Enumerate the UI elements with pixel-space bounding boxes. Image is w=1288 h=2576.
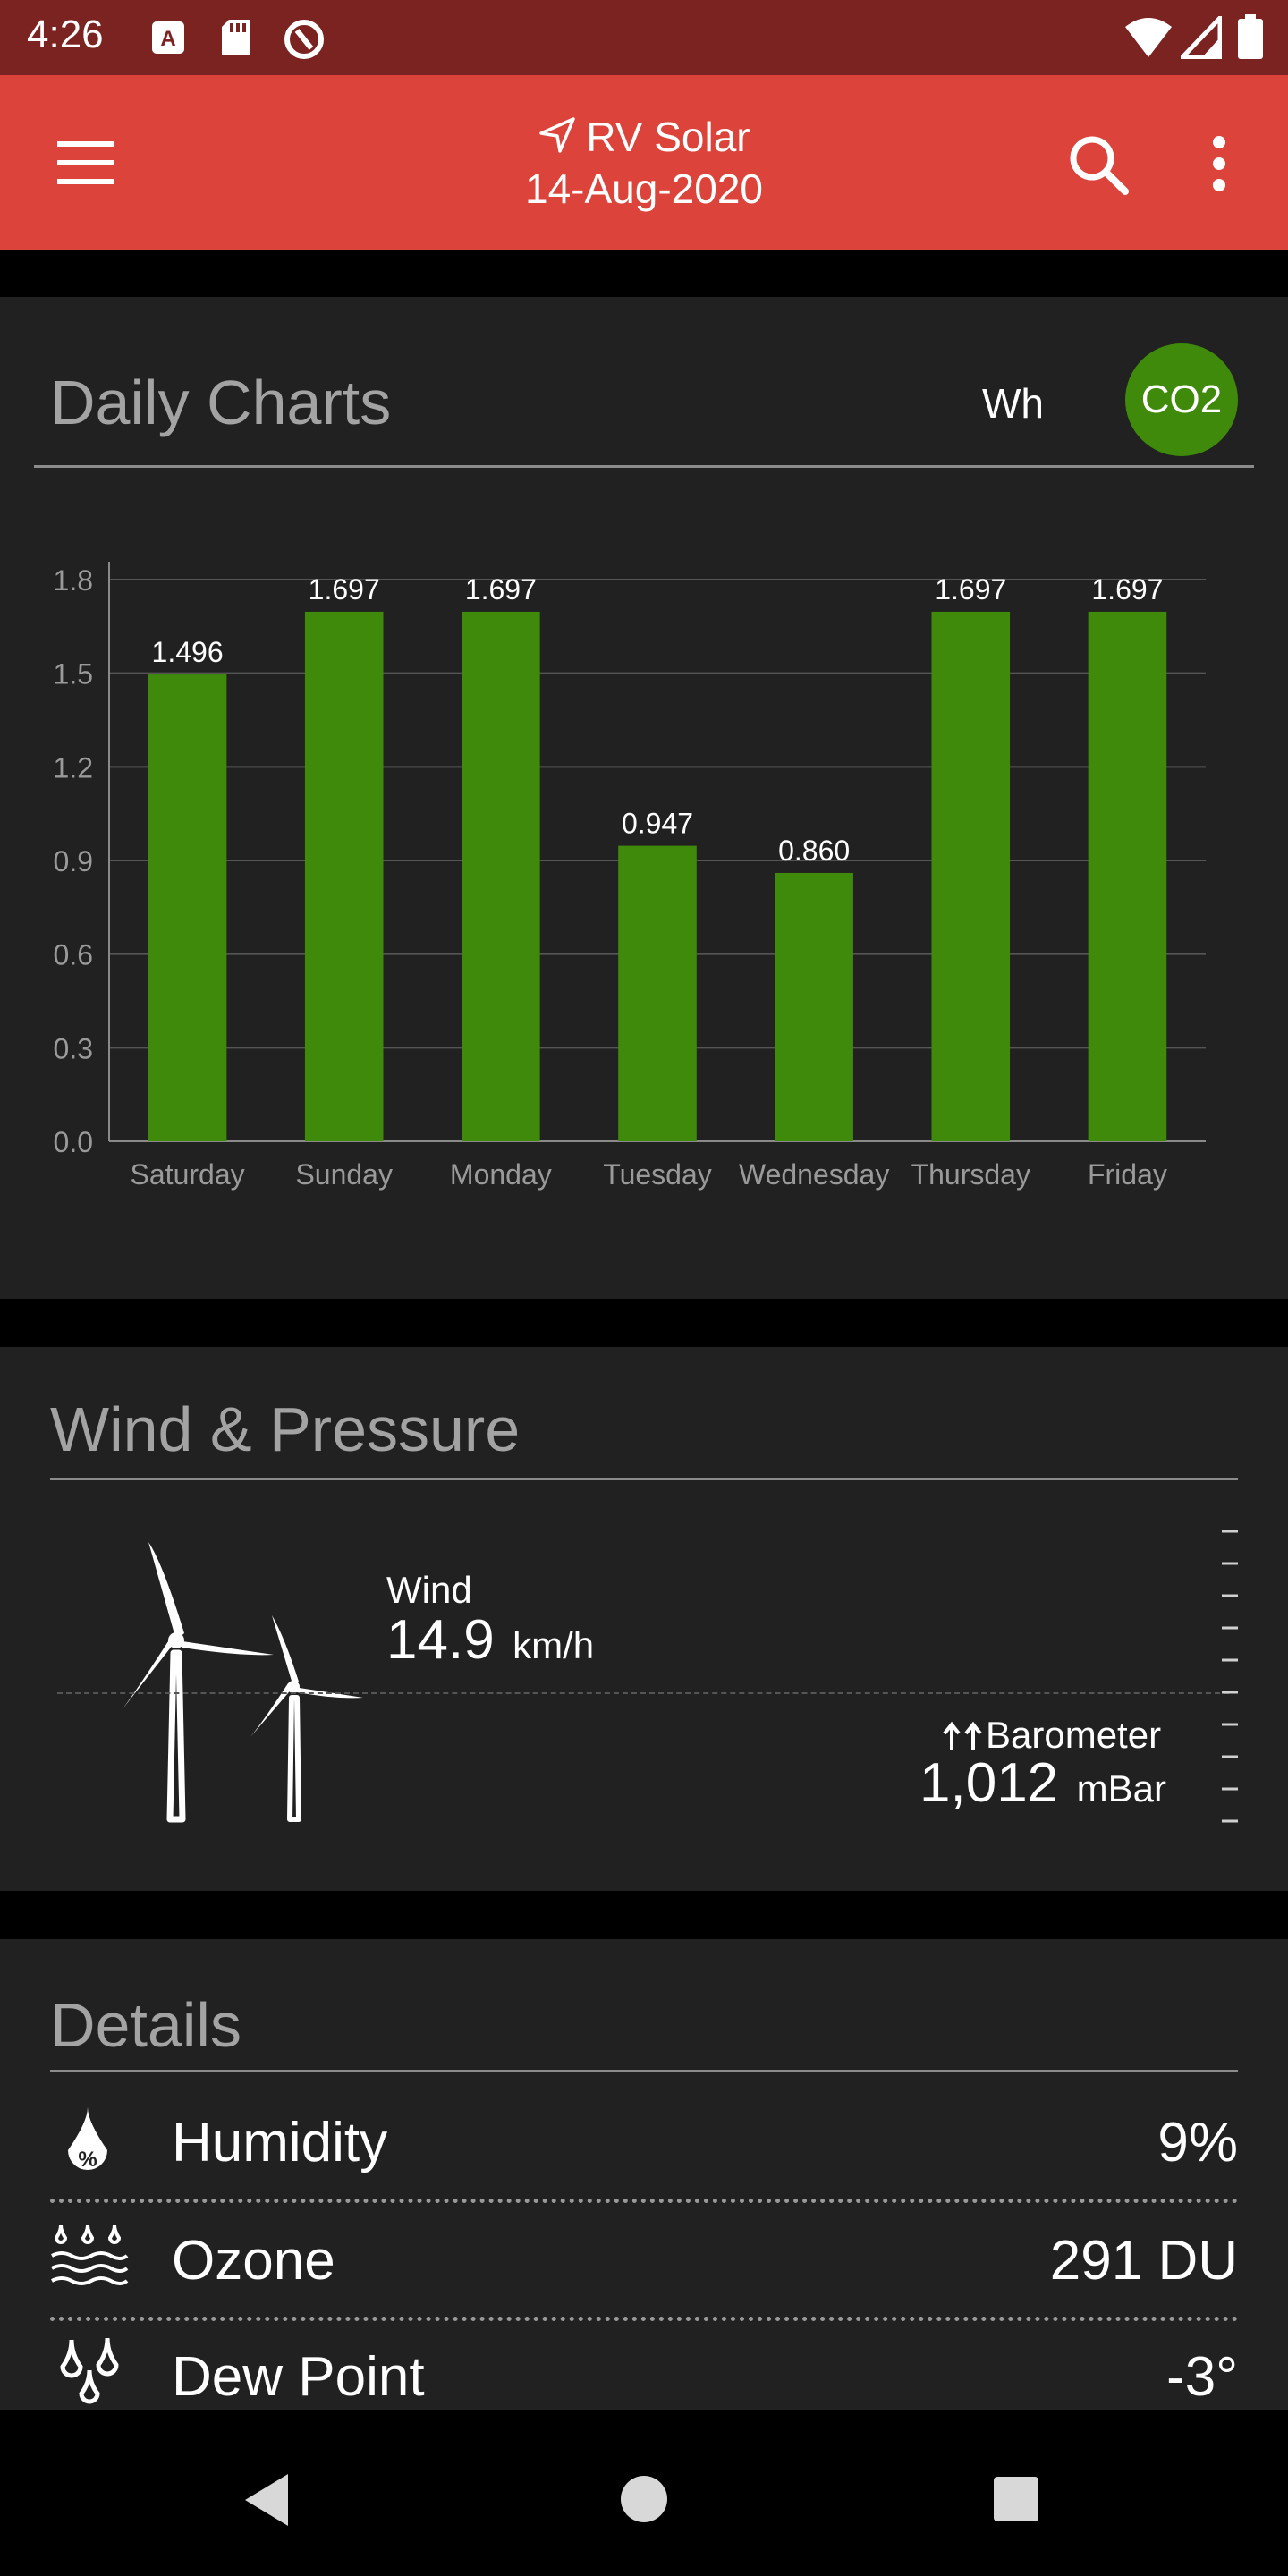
detail-value: -3° [1166, 2346, 1238, 2408]
svg-text:A: A [160, 27, 175, 51]
ozone-waves-icon [51, 2224, 129, 2285]
details-divider [50, 2070, 1238, 2072]
wind-turbine-icon [122, 1542, 363, 1823]
status-bar: 4:26 A [0, 0, 1288, 75]
y-tick-label: 0.6 [54, 939, 93, 971]
detail-value: 9% [1157, 2112, 1238, 2174]
dew-point-icon [60, 2337, 119, 2404]
barometer-label: Barometer [986, 1714, 1162, 1756]
pressure-scale [1222, 1530, 1238, 1823]
wind-pressure-card: Wind & Pressure Wind 14.9 km/h Barometer… [0, 1347, 1288, 1891]
cellular-signal-icon [1181, 16, 1222, 59]
details-title: Details [50, 1990, 242, 2060]
barometer-value: 1,012 [919, 1752, 1059, 1814]
battery-icon [1238, 14, 1263, 59]
bar [1088, 611, 1167, 1141]
barometer-label-row: Barometer [939, 1714, 1161, 1757]
bar-value-label: 1.697 [935, 573, 1006, 606]
detail-row-ozone: Ozone 291 DU [0, 2204, 1288, 2311]
svg-text:%: % [78, 2148, 97, 2172]
bar [775, 872, 853, 1141]
wind-unit: km/h [513, 1624, 595, 1666]
x-tick-label: Friday [1088, 1158, 1167, 1191]
back-icon[interactable] [242, 2472, 292, 2528]
status-time: 4:26 [27, 13, 104, 56]
wind-value: 14.9 [386, 1609, 495, 1671]
bar [931, 611, 1011, 1141]
barometer-unit: mBar [1076, 1767, 1166, 1809]
wind-pressure-title: Wind & Pressure [50, 1394, 521, 1464]
home-icon[interactable] [619, 2474, 669, 2524]
recents-icon[interactable] [993, 2476, 1039, 2522]
bar [618, 845, 697, 1141]
daily-charts-title: Daily Charts [50, 368, 392, 437]
wind-label: Wind [386, 1569, 472, 1611]
location-arrow-icon [539, 117, 576, 153]
barometer-reading: 1,012 mBar [919, 1751, 1166, 1815]
y-tick-label: 0.0 [54, 1126, 93, 1158]
detail-separator [50, 2199, 1238, 2203]
x-tick-label: Monday [450, 1158, 552, 1191]
detail-label: Ozone [172, 2230, 335, 2292]
bar [462, 611, 540, 1141]
wind-pressure-divider [50, 1478, 1238, 1480]
y-tick-label: 1.8 [54, 564, 93, 597]
x-tick-label: Wednesday [739, 1158, 889, 1191]
data-saver-icon [284, 20, 324, 59]
y-tick-label: 0.3 [54, 1032, 93, 1064]
y-tick-label: 0.9 [54, 845, 93, 877]
app-title-text: RV Solar [586, 114, 750, 160]
humidity-drop-icon: % [68, 2107, 107, 2172]
text-notification-icon: A [152, 21, 184, 54]
detail-label: Humidity [172, 2112, 388, 2174]
x-tick-label: Sunday [295, 1158, 393, 1191]
wh-toggle-button[interactable]: Wh [982, 379, 1044, 428]
pressure-rising-icon [943, 1721, 982, 1750]
bar-value-label: 1.496 [152, 636, 224, 668]
x-tick-label: Thursday [911, 1158, 1030, 1191]
daily-bar-chart: 0.0 0.3 0.6 0.9 1.2 1.5 1.8 1.496 Saturday 1.697 S… [54, 562, 1206, 1191]
bar [304, 611, 384, 1141]
search-icon[interactable] [1066, 132, 1131, 197]
detail-label: Dew Point [172, 2346, 425, 2408]
details-card: Details % Humidity 9% Ozone 291 DU Dew P… [0, 1939, 1288, 2410]
app-bar: RV Solar 14-Aug-2020 [0, 75, 1288, 250]
detail-value: 291 DU [1049, 2230, 1238, 2292]
bar-value-label: 1.697 [465, 573, 537, 606]
pressure-baseline [57, 1692, 1229, 1694]
daily-charts-card: Daily Charts Wh CO2 0.0 0.3 0.6 0.9 1.2 1.5 1.… [0, 297, 1288, 1299]
sd-card-icon [222, 20, 250, 55]
x-tick-label: Saturday [131, 1158, 245, 1191]
bar-value-label: 1.697 [309, 573, 380, 606]
bar-value-label: 1.697 [1091, 573, 1163, 606]
bar-value-label: 0.947 [622, 808, 693, 840]
more-options-icon[interactable] [1206, 134, 1233, 193]
wind-reading: 14.9 km/h [386, 1608, 594, 1672]
x-tick-label: Tuesday [603, 1158, 712, 1191]
daily-charts-divider [34, 465, 1254, 468]
co2-toggle-button[interactable]: CO2 [1125, 343, 1238, 456]
bar [148, 674, 227, 1141]
wifi-icon [1125, 18, 1172, 57]
y-tick-label: 1.2 [54, 751, 93, 784]
y-tick-label: 1.5 [54, 658, 93, 691]
navigation-bar [0, 2410, 1288, 2576]
detail-row-humidity: % Humidity 9% [0, 2086, 1288, 2193]
bar-value-label: 0.860 [778, 835, 850, 867]
